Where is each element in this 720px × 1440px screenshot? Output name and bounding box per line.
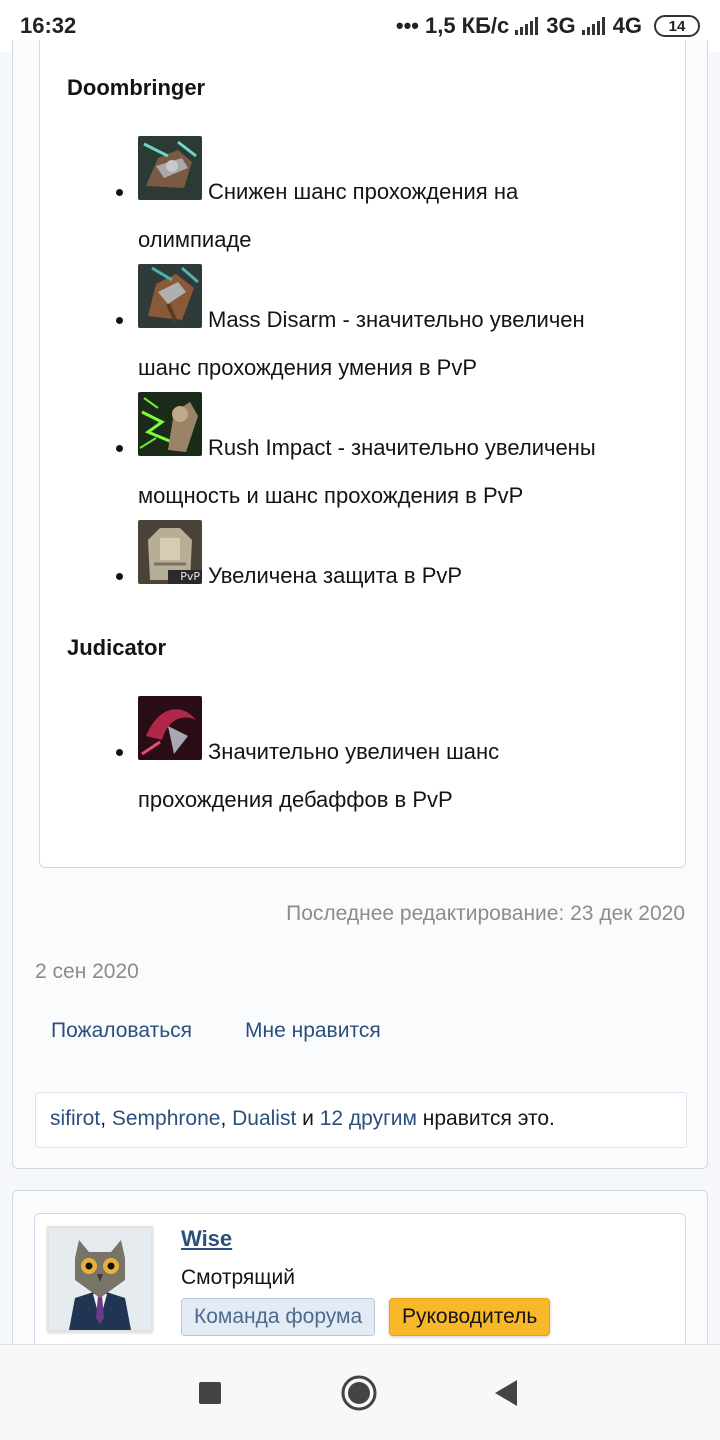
back-icon[interactable] [483, 1370, 529, 1416]
bullet [116, 445, 123, 452]
like-button[interactable]: Мне нравится [245, 1019, 381, 1043]
bullet [116, 749, 123, 756]
battery-icon: 14 [654, 15, 700, 37]
list-item: Снижен шанс прохождения на олимпиаде [116, 136, 668, 264]
spoiler-content: Doombringer Снижен шанс прохождения на о… [39, 40, 686, 868]
list-item: PvP Увеличена защита в PvP [116, 520, 668, 600]
signal-icon [515, 17, 539, 35]
report-button[interactable]: Пожаловаться [51, 1019, 192, 1043]
item-text: Увеличена защита в PvP [208, 563, 463, 588]
gauntlet-skill-icon [138, 136, 202, 200]
item-text: Значительно увеличен шанс [208, 739, 500, 764]
team-badge: Команда форума [181, 1298, 376, 1336]
item-text: прохождения дебаффов в PvP [138, 787, 453, 812]
debuff-skill-icon [138, 696, 202, 760]
forum-post: Doombringer Снижен шанс прохождения на о… [12, 40, 708, 1169]
class-title: Judicator [67, 635, 167, 660]
class-title: Doombringer [67, 75, 206, 100]
more-dots-icon: ••• [395, 13, 419, 38]
item-text: шанс прохождения умения в PvP [138, 355, 478, 380]
recent-apps-icon[interactable] [187, 1370, 233, 1416]
item-text: мощность и шанс прохождения в PvP [138, 483, 524, 508]
others-likes-link[interactable]: 12 другим [320, 1107, 417, 1130]
user-title: Смотрящий [181, 1266, 295, 1289]
bullet [116, 189, 123, 196]
pvp-label: PvP [180, 570, 200, 583]
mass-disarm-icon [138, 264, 202, 328]
status-time: 16:32 [20, 13, 77, 38]
liker-link[interactable]: Dualist [232, 1107, 296, 1130]
leader-badge: Руководитель [389, 1298, 551, 1336]
list-item: Mass Disarm - значительно увеличен шанс … [116, 264, 668, 392]
bullet [116, 317, 123, 324]
username-link[interactable]: Wise [181, 1226, 232, 1252]
status-indicators: ••• 1,5 КБ/с 3G 4G 14 [396, 13, 700, 39]
rush-impact-icon [138, 392, 202, 456]
home-icon[interactable] [336, 1370, 382, 1416]
list-item: Rush Impact - значительно увеличены мощн… [116, 392, 668, 520]
liker-link[interactable]: sifirot [50, 1107, 100, 1130]
item-text: Снижен шанс прохождения на [208, 179, 519, 204]
network-speed: 1,5 КБ/с [424, 13, 510, 38]
battery-level: 14 [668, 17, 686, 35]
last-edited-text: Последнее редактирование: 23 дек 2020 [286, 902, 685, 925]
bullet [116, 573, 123, 580]
list-item: Значительно увеличен шанс прохождения де… [116, 696, 668, 824]
item-text: олимпиаде [138, 227, 252, 252]
item-text: Mass Disarm - значительно увеличен [208, 307, 585, 332]
signal-icon [581, 17, 605, 35]
post-date[interactable]: 2 сен 2020 [35, 960, 139, 984]
network-type-4g: 4G [612, 13, 642, 38]
liker-link[interactable]: Semphrone [112, 1107, 221, 1130]
avatar[interactable] [47, 1226, 153, 1332]
pvp-armor-icon: PvP [138, 520, 202, 584]
likes-summary: sifirot, Semphrone, Dualist и 12 другим … [35, 1092, 687, 1148]
network-type-3g: 3G [546, 13, 576, 38]
item-text: Rush Impact - значительно увеличены [208, 435, 596, 460]
navigation-bar [0, 1344, 720, 1440]
